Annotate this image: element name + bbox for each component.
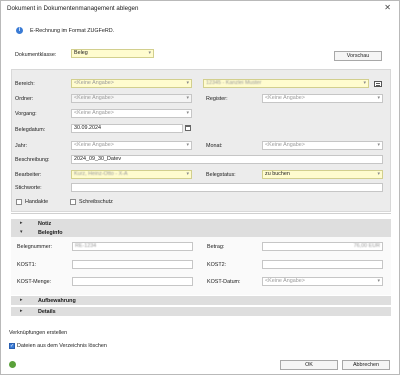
belegstatus-value: zu buchen [265,171,290,177]
section-aufbewahrung-title: Aufbewahrung [38,298,76,304]
bereich-mandant-select[interactable]: 12345 - Kanzlei Muster ▾ [203,79,369,88]
betrag-input[interactable]: 76,00 EUR [262,242,383,251]
bereich-mandant-value: 12345 - Kanzlei Muster [206,80,262,86]
info-text: E-Rechnung im Format ZUGFeRD. [30,28,115,34]
monat-label: Monat: [206,143,223,149]
monat-value: <Keine Angabe> [265,142,305,148]
chevron-right-icon: ▸ [20,297,23,303]
preview-button-label: Vorschau [346,53,370,59]
vorgang-select[interactable]: <Keine Angabe> ▾ [71,109,192,118]
chevron-down-icon: ▾ [363,80,366,86]
kostmenge-label: KOST-Menge: [17,279,52,285]
status-ok-icon [9,361,16,368]
ordner-label: Ordner: [15,96,34,102]
chevron-down-icon: ▾ [377,278,380,284]
kostdatum-label: KOST-Datum: [207,279,241,285]
handakte-checkbox[interactable] [16,199,22,205]
bereich-label: Bereich: [15,81,35,87]
kost2-input[interactable] [262,260,383,269]
chevron-down-icon: ▾ [377,171,380,177]
chevron-down-icon: ▾ [377,142,380,148]
belegdatum-label: Belegdatum: [15,127,46,133]
beschreibung-label: Beschreibung: [15,157,50,163]
belegnummer-input[interactable]: RE-1234 [72,242,193,251]
belegstatus-label: Belegstatus: [206,172,236,178]
chevron-down-icon: ▾ [186,110,189,116]
info-icon: i [16,27,23,34]
delete-files-checkbox[interactable]: ✓ [9,343,15,349]
section-notiz-title: Notiz [38,221,52,227]
beschreibung-input[interactable]: 2024_09_30_Datev [71,155,383,164]
kost1-input[interactable] [72,260,193,269]
bereich-value: <Keine Angabe> [74,80,114,86]
belegdatum-value: 30.09.2024 [74,125,101,131]
stichworte-label: Stichworte: [15,185,42,191]
chevron-down-icon: ▾ [20,229,23,235]
jahr-label: Jahr: [15,143,27,149]
links-title: Verknüpfungen erstellen [9,330,68,336]
kostdatum-value: <Keine Angabe> [265,278,305,284]
address-card-icon[interactable] [374,81,382,87]
kostdatum-select[interactable]: <Keine Angabe> ▾ [262,277,383,286]
chevron-right-icon: ▸ [20,308,23,314]
divider [11,213,391,214]
delete-files-label: Dateien aus dem Verzeichnis löschen [17,343,107,349]
calendar-icon[interactable] [185,125,191,131]
schreibschutz-label: Schreibschutz [79,199,113,205]
dialog-window: Dokument in Dokumentenmanagement ablegen… [0,0,400,375]
chevron-down-icon: ▾ [186,171,189,177]
window-title: Dokument in Dokumentenmanagement ablegen [7,5,139,12]
schreibschutz-checkbox[interactable] [70,199,76,205]
stichworte-input[interactable] [71,183,383,192]
belegdatum-input[interactable]: 30.09.2024 [71,124,183,133]
bereich-select[interactable]: <Keine Angabe> ▾ [71,79,192,88]
section-aufbewahrung[interactable]: ▸ Aufbewahrung [11,296,391,305]
ok-button-label: OK [305,362,313,368]
belegstatus-select[interactable]: zu buchen ▾ [262,170,383,179]
kost2-label: KOST2: [207,262,227,268]
kost1-label: KOST1: [17,262,37,268]
belegnummer-value: RE-1234 [75,243,97,249]
section-notiz[interactable]: ▸ Notiz [11,219,391,228]
register-label: Register: [206,96,228,102]
section-details-title: Details [38,309,56,315]
section-beleginfo-title: Beleginfo [38,230,63,236]
cancel-button[interactable]: Abbrechen [342,360,390,370]
cancel-button-label: Abbrechen [352,362,380,368]
chevron-down-icon: ▾ [186,142,189,148]
ordner-select[interactable]: <Keine Angabe> ▾ [71,94,192,103]
dokumentklasse-value: Beleg [74,50,88,56]
jahr-value: <Keine Angabe> [74,142,114,148]
betrag-value: 76,00 EUR [353,243,380,249]
jahr-select[interactable]: <Keine Angabe> ▾ [71,141,192,150]
belegnummer-label: Belegnummer: [17,244,53,250]
monat-select[interactable]: <Keine Angabe> ▾ [262,141,383,150]
preview-button[interactable]: Vorschau [334,51,382,61]
close-icon[interactable]: ✕ [384,3,391,12]
chevron-right-icon: ▸ [20,220,23,226]
betrag-label: Betrag: [207,244,225,250]
section-details[interactable]: ▸ Details [11,307,391,316]
bearbeiter-label: Bearbeiter: [15,172,42,178]
section-beleginfo[interactable]: ▾ Beleginfo [11,228,391,237]
beschreibung-value: 2024_09_30_Datev [74,156,122,162]
chevron-down-icon: ▾ [186,95,189,101]
handakte-label: Handakte [25,199,49,205]
register-value: <Keine Angabe> [265,95,305,101]
chevron-down-icon: ▾ [148,50,151,56]
title-bar: Dokument in Dokumentenmanagement ablegen… [1,1,399,16]
bearbeiter-select[interactable]: Kurz, Heinz-Otto - X-A ▾ [71,170,192,179]
chevron-down-icon: ▾ [186,80,189,86]
dokumentklasse-label: Dokumentklasse: [15,52,57,58]
dokumentklasse-select[interactable]: Beleg ▾ [71,49,154,58]
ordner-value: <Keine Angabe> [74,95,114,101]
vorgang-label: Vorgang: [15,111,37,117]
ok-button[interactable]: OK [280,360,338,370]
kostmenge-input[interactable] [72,277,193,286]
vorgang-value: <Keine Angabe> [74,110,114,116]
register-select[interactable]: <Keine Angabe> ▾ [262,94,383,103]
bearbeiter-value: Kurz, Heinz-Otto - X-A [74,171,128,177]
chevron-down-icon: ▾ [377,95,380,101]
